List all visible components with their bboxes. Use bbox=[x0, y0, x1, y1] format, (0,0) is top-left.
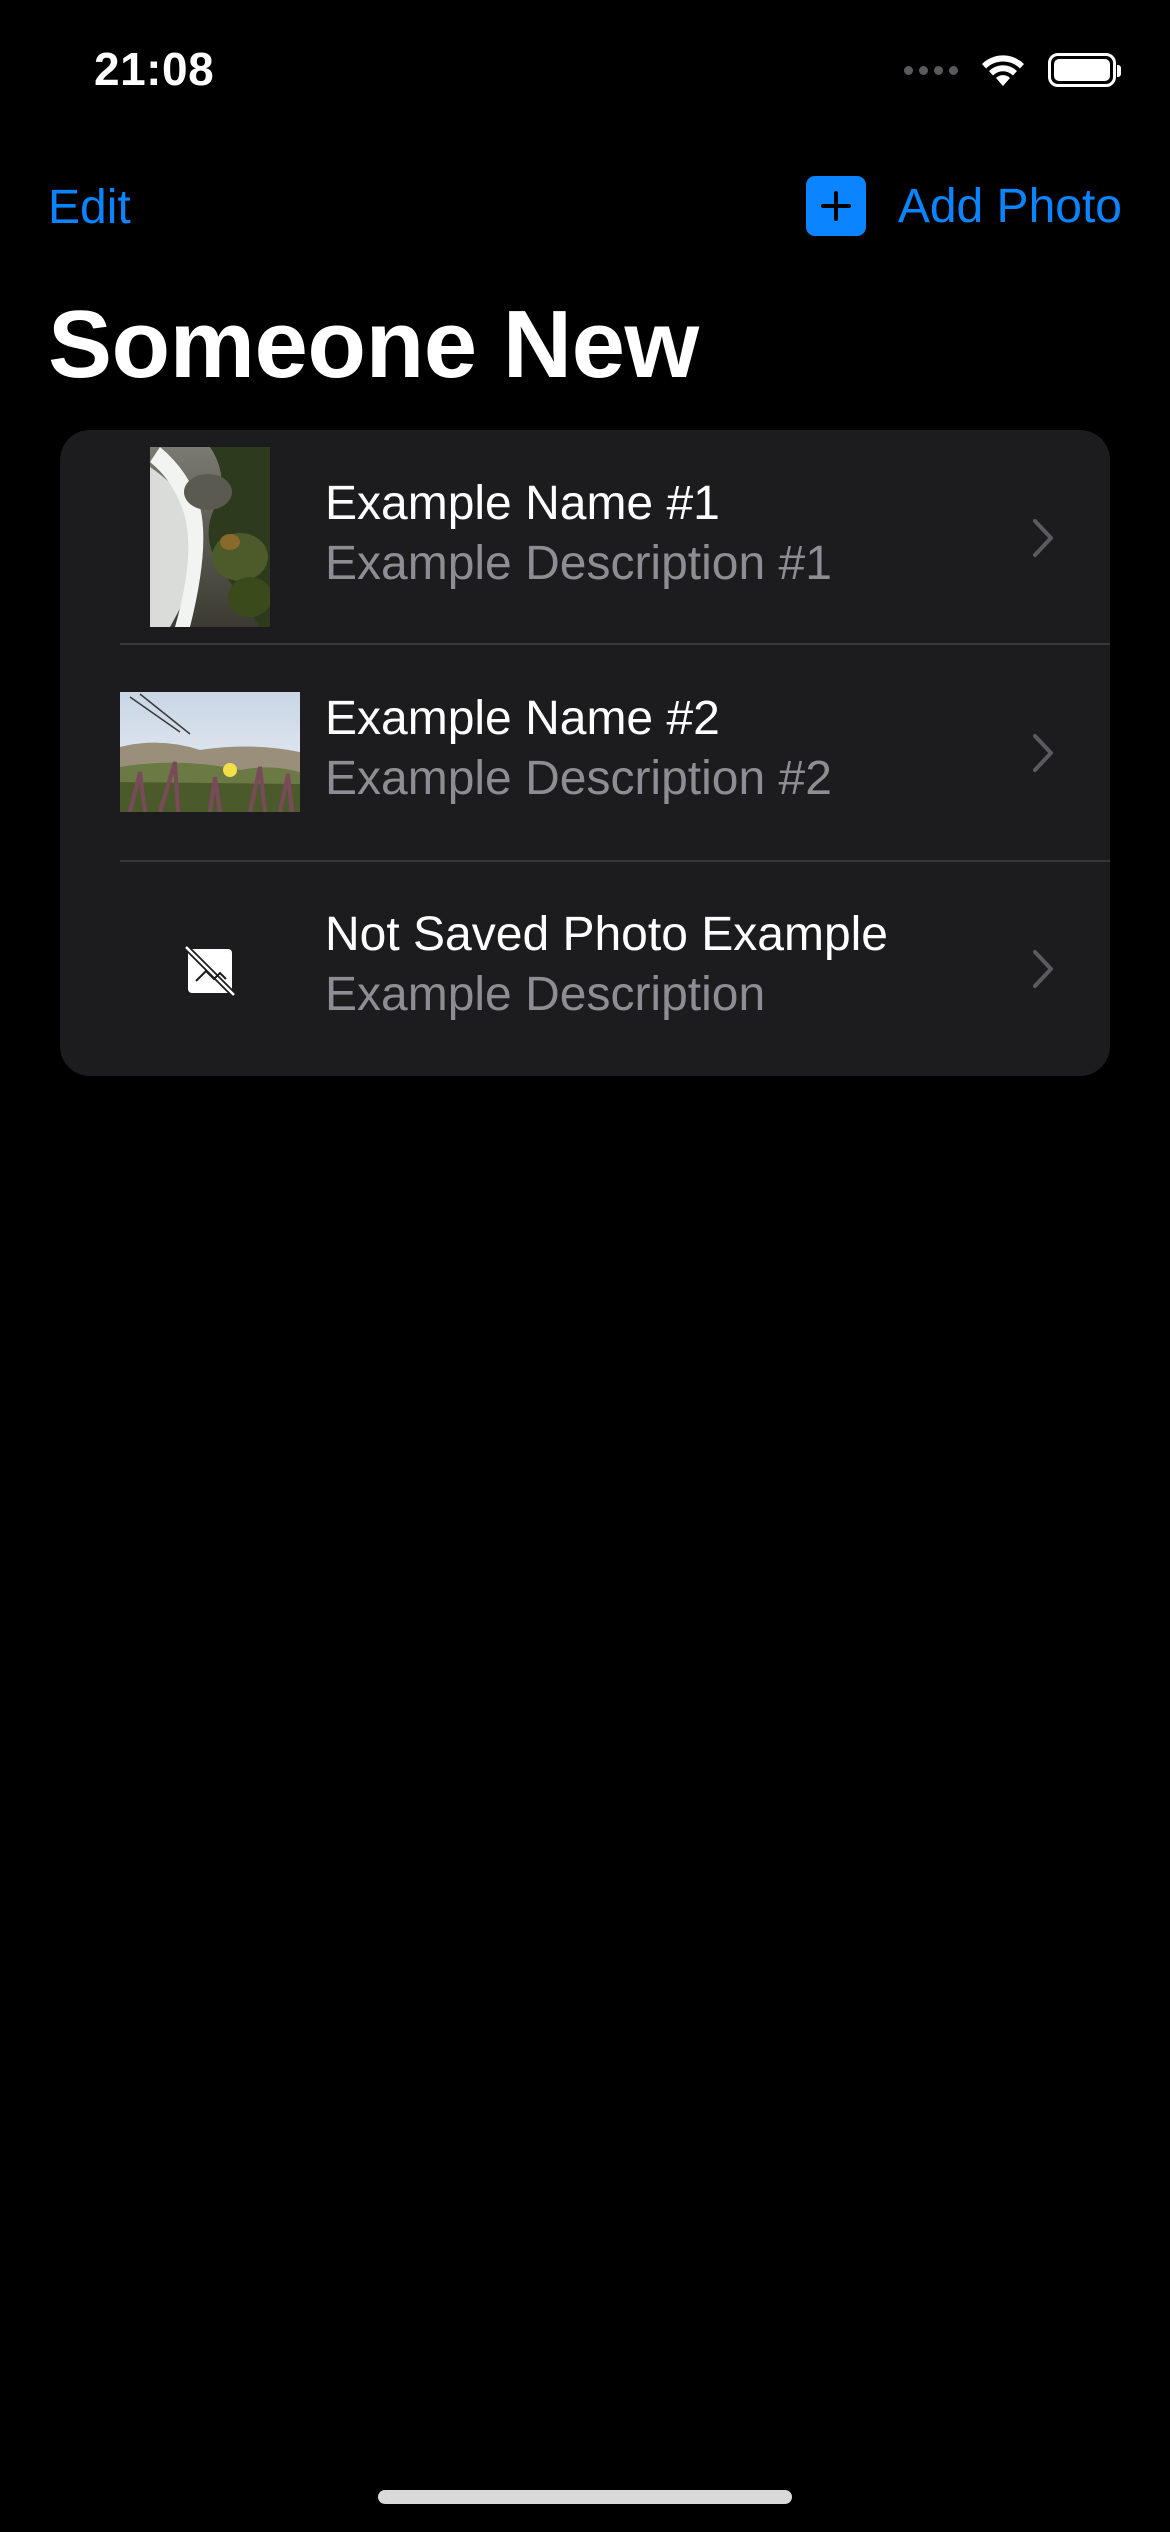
list-item[interactable]: Example Name #2 Example Description #2 bbox=[60, 645, 1110, 860]
list-item-description: Example Description #2 bbox=[325, 752, 832, 805]
status-bar: 21:08 bbox=[0, 0, 1170, 140]
list-item-name: Example Name #2 bbox=[325, 692, 720, 745]
home-indicator[interactable] bbox=[378, 2490, 792, 2504]
list-item[interactable]: Not Saved Photo Example Example Descript… bbox=[60, 861, 1110, 1076]
page-title: Someone New bbox=[48, 291, 699, 398]
cellular-signal-icon bbox=[904, 65, 958, 75]
list-item-description: Example Description bbox=[325, 968, 766, 1021]
add-photo-label: Add Photo bbox=[897, 179, 1122, 233]
status-time: 21:08 bbox=[94, 43, 215, 95]
photo-unavailable-icon bbox=[183, 944, 237, 998]
list-item-name: Not Saved Photo Example bbox=[325, 908, 888, 961]
chevron-right-icon bbox=[1033, 950, 1053, 988]
waterfall-photo bbox=[150, 447, 272, 627]
list-item-description: Example Description #1 bbox=[325, 537, 832, 590]
list-item-text: Example Name #1 Example Description #1 bbox=[325, 474, 832, 594]
edit-button[interactable]: Edit bbox=[48, 180, 131, 235]
battery-icon bbox=[1048, 53, 1121, 87]
status-icons bbox=[904, 52, 1121, 88]
chevron-right-icon bbox=[1033, 519, 1053, 557]
hillside-flowers-photo bbox=[120, 692, 300, 813]
list-item[interactable]: Example Name #1 Example Description #1 bbox=[60, 430, 1110, 645]
plus-square-icon bbox=[805, 176, 866, 236]
add-photo-button[interactable]: Add Photo bbox=[805, 176, 1122, 236]
chevron-right-icon bbox=[1033, 734, 1053, 772]
list-item-text: Not Saved Photo Example Example Descript… bbox=[325, 905, 888, 1025]
wifi-icon bbox=[982, 55, 1024, 86]
list-item-name: Example Name #1 bbox=[325, 477, 720, 530]
list-item-text: Example Name #2 Example Description #2 bbox=[325, 689, 832, 809]
photo-list: Example Name #1 Example Description #1 E… bbox=[60, 430, 1110, 1076]
